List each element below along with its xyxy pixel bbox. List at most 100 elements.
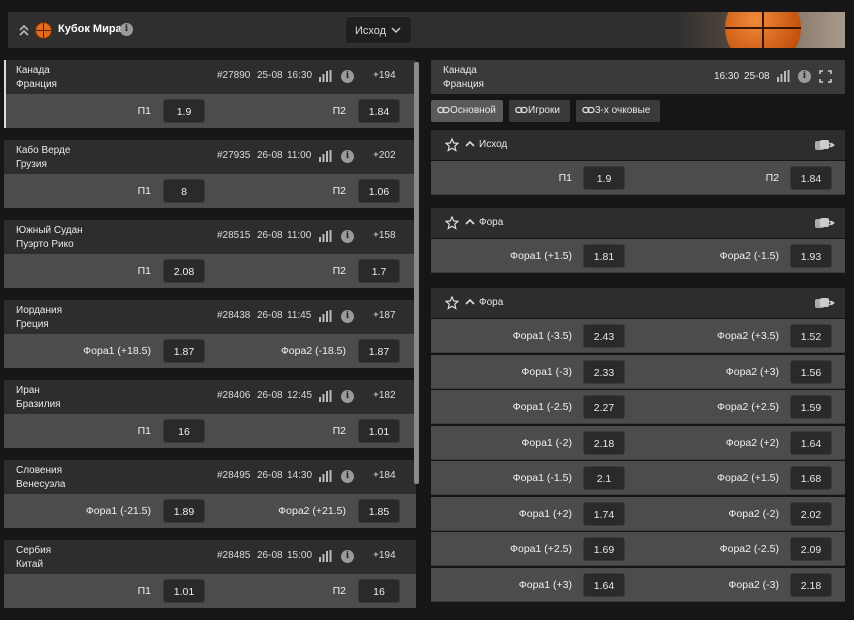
competition-header: Кубок Мира i Исход [8,12,845,48]
outcome1-label: П1 [137,265,151,277]
outcome1-odds-button[interactable]: 2.1 [583,466,625,490]
outcome2-odds-button[interactable]: 1.06 [358,179,400,203]
stats-bars-icon[interactable] [777,70,790,82]
outcome1-odds-button[interactable]: 1.87 [163,339,205,363]
detail-info-icon[interactable]: i [798,70,811,83]
outcome2-odds-button[interactable]: 1.68 [790,466,832,490]
market-dropdown[interactable]: Исход [345,16,412,44]
outcome1-odds-button[interactable]: 2.18 [583,430,625,455]
match-card[interactable]: Южный Судан Пуэрто Рико #28515 26-08 11:00 i +… [4,220,416,288]
stats-bars-icon[interactable] [319,150,332,162]
match-card[interactable]: Кабо Верде Грузия #27935 26-08 11:00 i +202 П1 8… [4,140,416,208]
outcome2-label: П2 [332,105,346,117]
more-markets-count[interactable]: +184 [373,470,396,481]
chevron-up-icon[interactable] [465,218,475,225]
tab-1[interactable]: Игроки [509,100,570,122]
stats-bars-icon[interactable] [319,230,332,242]
outcome2-odds-button[interactable]: 1.93 [790,244,832,268]
outcome1-label: Фора1 (+18.5) [83,345,151,357]
favorite-star-icon[interactable] [445,216,459,230]
outcome2-odds-button[interactable]: 1.87 [358,339,400,363]
stats-bars-icon[interactable] [319,310,332,322]
team1-name: Канада [16,65,50,76]
outcome2-odds-button[interactable]: 1.01 [358,419,400,443]
market-section-header[interactable]: Фора [431,208,845,238]
outcome2-odds-button[interactable]: 16 [358,579,400,603]
tab-0[interactable]: Основной [431,100,503,122]
match-id: #27890 [217,70,251,81]
match-date: 25-08 [257,70,283,81]
favorite-star-icon[interactable] [445,138,459,152]
match-id: #28438 [217,310,251,321]
market-section-header[interactable]: Исход [431,130,845,160]
outcome2-label: Фора2 (-2.5) [719,543,779,555]
outcome1-odds-button[interactable]: 16 [163,419,205,443]
outcome2-odds-button[interactable]: 1.59 [790,395,832,419]
outcome2-odds-button[interactable]: 1.56 [790,359,832,384]
tab-2[interactable]: 3-х очковые [576,100,660,122]
outcome1-odds-button[interactable]: 1.69 [583,537,625,561]
match-card[interactable]: Иордания Греция #28438 26-08 11:45 i +187 Фора1… [4,300,416,368]
outcome1-odds-button[interactable]: 8 [163,179,205,203]
outcome1-odds-button[interactable]: 1.89 [163,499,205,523]
more-markets-count[interactable]: +194 [373,550,396,561]
team1-name: Кабо Верде [16,145,71,156]
match-card[interactable]: Сербия Китай #28485 26-08 15:00 i +194 П1 1.01 П2… [4,540,416,608]
market-section-header[interactable]: Фора [431,288,845,318]
outcome1-odds-button[interactable]: 2.33 [583,359,625,384]
outcome2-odds-button[interactable]: 1.52 [790,324,832,348]
cashout-coins-icon[interactable] [815,297,835,309]
match-info-icon[interactable]: i [341,230,354,243]
outcome1-odds-button[interactable]: 1.01 [163,579,205,603]
market-dropdown-value: Исход [355,25,387,37]
outcome2-odds-button[interactable]: 1.84 [358,99,400,123]
more-markets-count[interactable]: +202 [373,150,396,161]
outcome1-odds-button[interactable]: 1.9 [583,166,625,190]
chevron-up-icon[interactable] [465,140,475,147]
match-card[interactable]: Иран Бразилия #28406 26-08 12:45 i +182 П1 16 П2 1… [4,380,416,448]
more-markets-count[interactable]: +158 [373,230,396,241]
outcome1-odds-button[interactable]: 2.27 [583,395,625,419]
outcome2-label: Фора2 (-2) [728,507,779,520]
cashout-coins-icon[interactable] [815,139,835,151]
stats-bars-icon[interactable] [319,70,332,82]
stats-bars-icon[interactable] [319,470,332,482]
match-info-icon[interactable]: i [341,470,354,483]
outcome2-odds-button[interactable]: 1.84 [790,166,832,190]
outcome2-odds-button[interactable]: 1.85 [358,499,400,523]
outcome1-odds-button[interactable]: 1.81 [583,244,625,268]
more-markets-count[interactable]: +194 [373,70,396,81]
outcome1-label: Фора1 (-3) [521,365,572,378]
outcome2-odds-button[interactable]: 2.18 [790,572,832,597]
match-card[interactable]: Канада Франция #27890 25-08 16:30 i +194 П1 1.9 П… [4,60,416,128]
outcome2-odds-button[interactable]: 1.64 [790,430,832,455]
more-markets-count[interactable]: +182 [373,390,396,401]
competition-info-icon[interactable]: i [120,23,133,36]
outcome1-odds-button[interactable]: 2.08 [163,259,205,283]
outcome1-odds-button[interactable]: 2.43 [583,324,625,348]
outcome2-odds-button[interactable]: 2.09 [790,537,832,561]
outcome2-odds-button[interactable]: 1.7 [358,259,400,283]
stats-bars-icon[interactable] [319,550,332,562]
fullscreen-icon[interactable] [819,70,832,83]
collapse-chevrons-icon[interactable] [18,23,30,37]
cashout-coins-icon[interactable] [815,217,835,229]
favorite-star-icon[interactable] [445,296,459,310]
match-info-icon[interactable]: i [341,150,354,163]
match-info-icon[interactable]: i [341,390,354,403]
outcome1-odds-button[interactable]: 1.74 [583,501,625,526]
match-info-icon[interactable]: i [341,550,354,563]
match-info-icon[interactable]: i [341,70,354,83]
outcome1-odds-button[interactable]: 1.64 [583,572,625,597]
outcome1-odds-button[interactable]: 1.9 [163,99,205,123]
match-time: 11:00 [287,150,312,161]
outcome1-label: Фора1 (+3) [518,578,572,591]
more-markets-count[interactable]: +187 [373,310,396,321]
chevron-up-icon[interactable] [465,298,475,305]
match-header: Канада Франция #27890 25-08 16:30 i +194 [4,60,416,94]
match-card[interactable]: Словения Венесуэла #28495 26-08 14:30 i +184 Фо… [4,460,416,528]
outcome2-odds-button[interactable]: 2.02 [790,501,832,526]
match-list-scrollbar[interactable] [414,62,419,484]
match-info-icon[interactable]: i [341,310,354,323]
stats-bars-icon[interactable] [319,390,332,402]
